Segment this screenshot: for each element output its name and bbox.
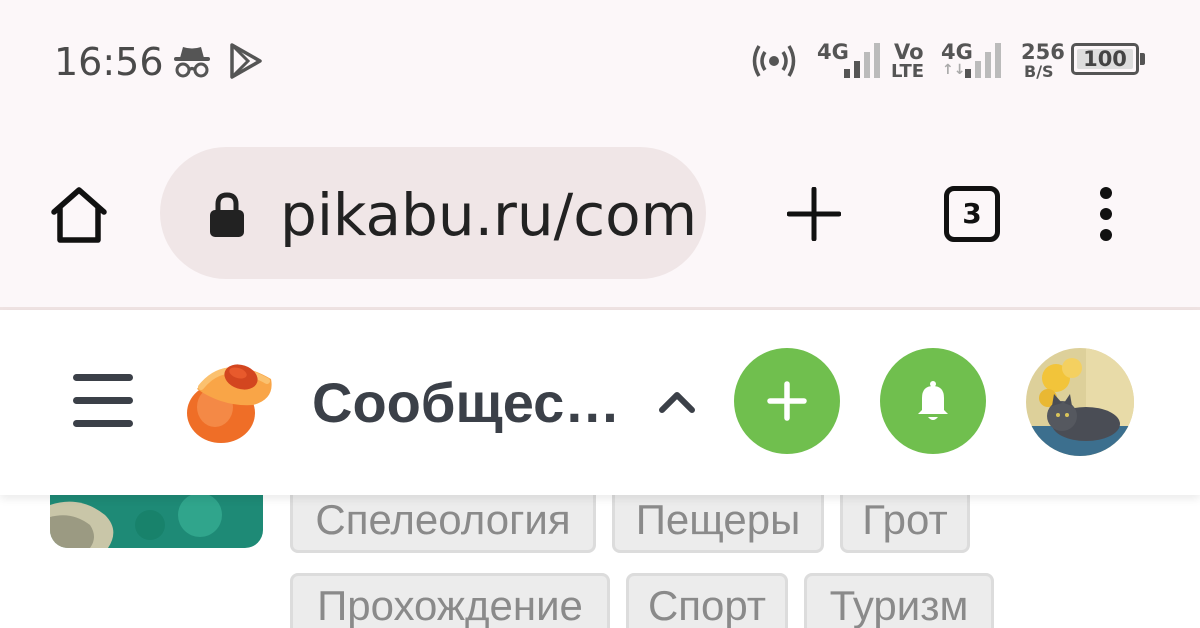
- plus-icon: [767, 381, 807, 421]
- network-speed-unit: B/S: [1024, 62, 1054, 81]
- status-time: 16:56: [54, 40, 164, 84]
- address-bar[interactable]: pikabu.ru/com: [160, 147, 706, 279]
- url-text: pikabu.ru/com: [280, 181, 698, 249]
- volte-bottom: LTE: [891, 61, 925, 82]
- data-arrows: ↑↓: [942, 62, 966, 78]
- more-options-icon[interactable]: [1094, 185, 1118, 243]
- signal-bars-icon-1: [844, 43, 880, 78]
- network-speed-value: 256: [1021, 40, 1065, 64]
- add-post-button[interactable]: [734, 348, 840, 454]
- hotspot-icon: [752, 45, 796, 77]
- chevron-up-icon[interactable]: [658, 390, 696, 414]
- new-tab-icon[interactable]: [787, 187, 841, 241]
- cave-image: [50, 495, 263, 548]
- tag-sport[interactable]: Спорт: [626, 573, 788, 628]
- avatar[interactable]: [1026, 348, 1134, 456]
- tag-spelunking[interactable]: Спелеология: [290, 495, 596, 553]
- tag-passage[interactable]: Прохождение: [290, 573, 610, 628]
- pikabu-logo[interactable]: [183, 355, 279, 445]
- lock-icon: [210, 192, 244, 237]
- bell-icon: [918, 381, 948, 420]
- status-bar: 16:56 4G Vo LTE 4G ↑↓ 256 B/S 100: [0, 0, 1200, 120]
- tag-caves[interactable]: Пещеры: [612, 495, 824, 553]
- battery-level: 100: [1083, 47, 1127, 71]
- notifications-button[interactable]: [880, 348, 986, 454]
- site-header: Сообщес…: [0, 310, 1200, 495]
- tab-switcher-button[interactable]: 3: [944, 186, 1000, 242]
- post-thumbnail[interactable]: [50, 495, 263, 548]
- tag-grotto[interactable]: Грот: [840, 495, 970, 553]
- incognito-icon: [174, 47, 210, 78]
- play-store-icon: [230, 43, 262, 79]
- post-area: Спелеология Пещеры Грот Прохождение Спор…: [0, 495, 1200, 628]
- battery-icon: 100: [1071, 43, 1139, 75]
- tag-tourism[interactable]: Туризм: [804, 573, 994, 628]
- avatar-cat-image: [1026, 348, 1134, 456]
- signal-bars-icon-2: [965, 43, 1001, 78]
- section-title[interactable]: Сообщес…: [312, 370, 620, 435]
- browser-toolbar: pikabu.ru/com 3: [0, 120, 1200, 310]
- home-icon[interactable]: [48, 186, 110, 244]
